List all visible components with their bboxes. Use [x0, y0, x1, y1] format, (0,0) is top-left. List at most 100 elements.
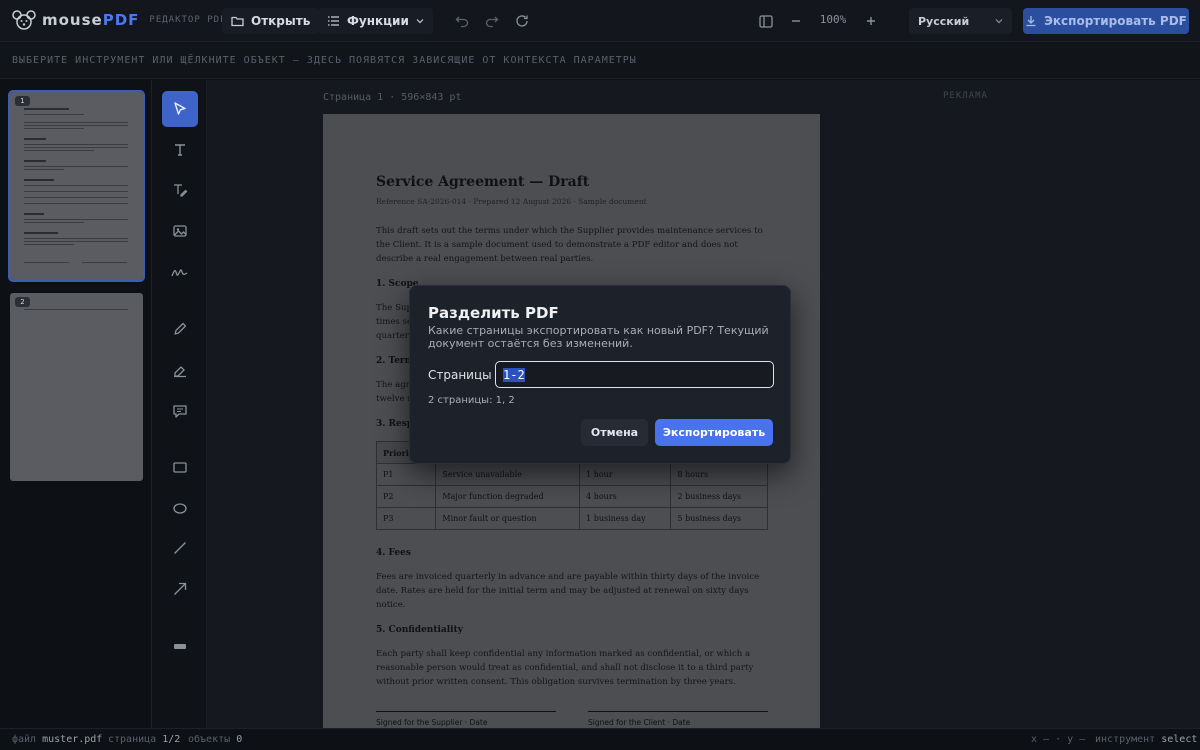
comment-icon — [173, 405, 187, 418]
line-icon — [174, 542, 186, 554]
language-select[interactable]: Русский — [909, 8, 1012, 34]
table-cell: P1 — [375, 463, 437, 486]
tool-rail — [152, 80, 207, 728]
tool-ellipse[interactable] — [162, 490, 198, 526]
highlighter-icon — [174, 366, 186, 378]
table-cell: 4 hours — [579, 485, 672, 508]
table-cell: P2 — [375, 485, 437, 508]
redact-icon — [174, 644, 186, 649]
split-pdf-dialog: Разделить PDF Какие страницы экспортиров… — [409, 285, 791, 464]
signature-client: Signed for the Client · Date — [588, 711, 768, 727]
thumbnail-number: 1 — [15, 96, 30, 106]
zoom-out-button[interactable] — [786, 11, 806, 31]
doc-meta: Reference SA-2026-014 · Prepared 12 Augu… — [376, 197, 647, 206]
page-thumbnails-sidebar: 1 2 — [0, 80, 152, 728]
open-button[interactable]: Открыть — [222, 8, 320, 34]
tool-edit-text[interactable] — [162, 172, 198, 208]
tool-line[interactable] — [162, 530, 198, 566]
tool-image[interactable] — [162, 213, 198, 249]
download-icon — [1026, 16, 1036, 27]
section-4-text: Fees are invoiced quarterly in advance a… — [376, 572, 760, 610]
table-cell: Minor fault or question — [435, 507, 581, 530]
chevron-down-icon — [995, 19, 1003, 24]
app-name: mousePDF — [42, 11, 140, 29]
tool-text[interactable] — [162, 132, 198, 168]
chevron-down-icon — [416, 19, 424, 24]
image-icon — [173, 225, 187, 237]
toggle-sidebar-button[interactable] — [756, 11, 776, 31]
tool-arrow[interactable] — [162, 571, 198, 607]
arrow-icon — [174, 582, 187, 595]
pages-input[interactable]: 1-2 — [495, 361, 774, 388]
context-options-bar: ВЫБЕРИТЕ ИНСТРУМЕНТ ИЛИ ЩЁЛКНИТЕ ОБЪЕКТ … — [0, 43, 1200, 79]
ellipse-icon — [173, 503, 187, 514]
functions-menu-button[interactable]: Функции — [318, 8, 433, 34]
top-bar: mousePDF РЕДАКТОР PDF Открыть Функции 10… — [0, 0, 1200, 42]
undo-button[interactable] — [452, 11, 472, 31]
folder-icon — [231, 16, 244, 27]
table-row: P3 Minor fault or question 1 business da… — [375, 507, 768, 530]
tool-select[interactable] — [162, 91, 198, 127]
text-icon — [175, 144, 185, 156]
pages-hint: 2 страницы: 1, 2 — [428, 395, 515, 406]
text-edit-icon — [174, 184, 188, 197]
status-objects: объекты 0 — [188, 734, 243, 745]
section-4-title: 4. Fees — [376, 548, 411, 558]
plus-icon — [867, 17, 875, 25]
thumbnail-number: 2 — [15, 297, 30, 307]
pages-field-label: Страницы — [428, 368, 492, 382]
tool-highlighter[interactable] — [162, 352, 198, 388]
doc-title: Service Agreement — Draft — [376, 174, 590, 190]
table-cell: 2 business days — [670, 485, 768, 508]
status-coordinates: x — · y — — [1031, 734, 1086, 745]
export-button[interactable]: Экспортировать — [655, 419, 773, 446]
export-pdf-button[interactable]: Экспортировать PDF — [1023, 8, 1189, 34]
signature-supplier: Signed for the Supplier · Date — [376, 711, 556, 727]
doc-intro: This draft sets out the terms under whic… — [376, 226, 763, 264]
dialog-title: Разделить PDF — [428, 304, 559, 322]
undo-icon — [455, 16, 469, 28]
tool-pen[interactable] — [162, 311, 198, 347]
tool-comment[interactable] — [162, 393, 198, 429]
mouse-logo-icon — [12, 10, 36, 30]
app-logo: mousePDF РЕДАКТОР PDF — [12, 9, 226, 31]
refresh-button[interactable] — [512, 11, 532, 31]
section-5-text: Each party shall keep confidential any i… — [376, 649, 754, 687]
pencil-icon — [174, 322, 187, 335]
list-icon — [328, 16, 339, 26]
zoom-in-button[interactable] — [861, 11, 881, 31]
table-cell: P3 — [375, 507, 437, 530]
table-cell: 5 business days — [670, 507, 768, 530]
table-cell: 8 hours — [670, 463, 768, 486]
tool-redact[interactable] — [162, 628, 198, 664]
app-subtitle: РЕДАКТОР PDF — [149, 15, 227, 25]
table-cell: Major function degraded — [435, 485, 581, 508]
context-hint: ВЫБЕРИТЕ ИНСТРУМЕНТ ИЛИ ЩЁЛКНИТЕ ОБЪЕКТ … — [12, 55, 637, 66]
tool-rectangle[interactable] — [162, 449, 198, 485]
refresh-icon — [516, 15, 528, 27]
redo-button[interactable] — [482, 11, 502, 31]
zoom-level: 100% — [819, 13, 847, 26]
table-cell: 1 hour — [579, 463, 672, 486]
table-row: P2 Major function degraded 4 hours 2 bus… — [375, 485, 768, 508]
status-file: файл muster.pdf — [12, 734, 103, 745]
dialog-description: Какие страницы экспортировать как новый … — [428, 324, 769, 350]
cursor-icon — [174, 102, 186, 115]
section-5-title: 5. Confidentiality — [376, 625, 463, 635]
page-thumbnail-1[interactable]: 1 — [8, 90, 145, 282]
ad-label: РЕКЛАМА — [943, 91, 988, 101]
redo-icon — [485, 16, 499, 28]
cancel-button[interactable]: Отмена — [581, 419, 648, 446]
page-thumbnail-2[interactable]: 2 — [10, 293, 143, 481]
table-row: P1 Service unavailable 1 hour 8 hours — [375, 463, 768, 486]
sidebar-icon — [759, 14, 773, 28]
table-cell: Service unavailable — [435, 463, 581, 486]
table-cell: 1 business day — [579, 507, 672, 530]
pages-input-value: 1-2 — [503, 367, 525, 382]
status-page: страница 1/2 — [108, 734, 181, 745]
tool-signature[interactable] — [162, 254, 198, 290]
page-label: Страница 1 · 596×843 pt — [323, 92, 462, 103]
signature-icon — [171, 269, 188, 277]
minus-icon — [792, 20, 800, 22]
rectangle-icon — [173, 462, 187, 473]
